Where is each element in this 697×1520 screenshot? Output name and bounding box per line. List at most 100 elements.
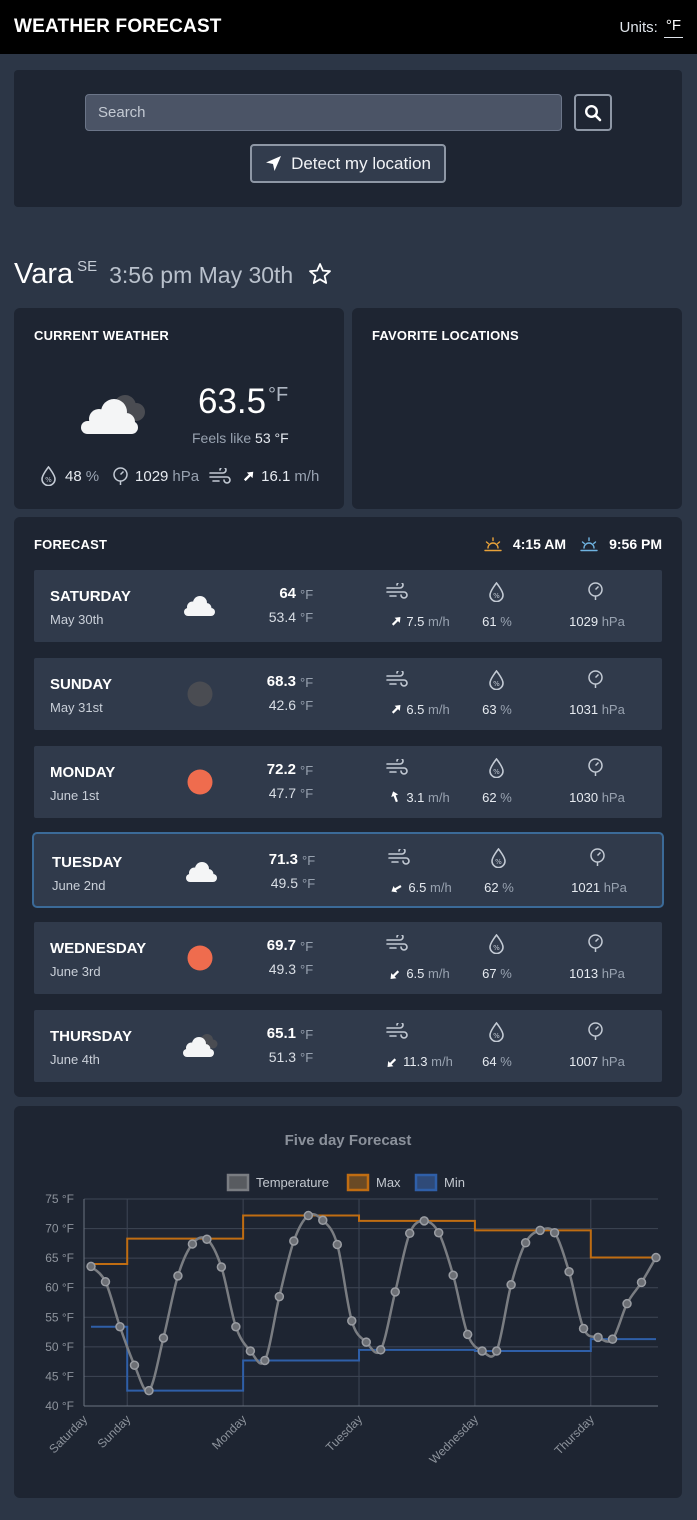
day-humidity-value: 63 bbox=[482, 702, 497, 717]
search-icon bbox=[584, 104, 602, 121]
five-day-chart-card: Five day Forecast Temperature Max Min 75 °F 7… bbox=[14, 1106, 682, 1498]
day-wind-unit: m/h bbox=[428, 790, 450, 805]
search-button[interactable] bbox=[574, 94, 612, 131]
temperature-point bbox=[491, 1346, 502, 1356]
temperature-point bbox=[433, 1227, 444, 1238]
day-min-temp: 42.6 bbox=[268, 697, 296, 713]
day-pressure: 1013 hPa bbox=[552, 966, 642, 981]
legend-swatch bbox=[414, 1173, 438, 1192]
legend-label: Temperature bbox=[256, 1175, 329, 1190]
forecast-day-row[interactable]: WEDNESDAY June 3rd 69.7 °F 49.3 °F 6.5 m/h% 67 … bbox=[34, 922, 662, 994]
temperature-point bbox=[332, 1239, 343, 1250]
chart-title: Five day Forecast bbox=[285, 1132, 412, 1149]
wind-direction-icon bbox=[388, 879, 407, 897]
temperature-point bbox=[535, 1225, 545, 1236]
day-pressure: 1007 hPa bbox=[552, 1054, 642, 1069]
detect-location-button[interactable]: Detect my location bbox=[250, 144, 446, 183]
temperature-point bbox=[578, 1323, 589, 1334]
day-humidity-unit: % bbox=[500, 966, 512, 981]
svg-text:%: % bbox=[45, 476, 52, 484]
location-arrow-icon bbox=[266, 156, 282, 171]
wind-icon bbox=[386, 1021, 408, 1045]
day-min-unit: °F bbox=[300, 1050, 314, 1065]
temperature-point bbox=[448, 1270, 458, 1281]
day-max-temp: 64 bbox=[279, 585, 296, 602]
day-max-unit: °F bbox=[302, 853, 316, 868]
day-pressure-value: 1030 bbox=[569, 790, 599, 805]
day-wind-value: 6.5 bbox=[408, 880, 427, 895]
day-pressure-unit: hPa bbox=[601, 966, 625, 981]
legend-label: Min bbox=[444, 1175, 465, 1190]
wind-icon bbox=[386, 757, 408, 781]
temperature-series-line bbox=[90, 1212, 658, 1393]
day-wind-unit: m/h bbox=[430, 880, 452, 895]
day-max-unit: °F bbox=[300, 939, 314, 954]
location-header: Vara SE 3:56 pm May 30th bbox=[14, 258, 293, 291]
day-min-temp: 47.7 bbox=[268, 785, 296, 801]
day-min-temp: 49.3 bbox=[268, 961, 296, 977]
svg-text:%: % bbox=[493, 768, 500, 776]
pressure-icon bbox=[589, 848, 606, 872]
humidity-icon: % bbox=[488, 581, 505, 607]
wind-direction-icon bbox=[386, 612, 405, 631]
current-pressure: 1029 bbox=[135, 467, 169, 485]
forecast-day-row[interactable]: TUESDAY June 2nd 71.3 °F 49.5 °F 6.5 m/h% 62 % 1… bbox=[32, 832, 664, 908]
pressure-icon bbox=[587, 758, 604, 782]
x-tick-label: Tuesday bbox=[323, 1412, 365, 1454]
temperature-point bbox=[462, 1329, 473, 1340]
svg-text:%: % bbox=[493, 592, 500, 600]
wind-icon bbox=[209, 467, 231, 484]
day-date: June 4th bbox=[50, 1052, 100, 1067]
x-tick-label: Thursday bbox=[552, 1412, 597, 1457]
cloud-icon bbox=[180, 590, 220, 622]
temperature-point bbox=[520, 1238, 531, 1248]
day-wind-value: 6.5 bbox=[406, 966, 425, 981]
forecast-day-row[interactable]: THURSDAY June 4th 65.1 °F 51.3 °F 11.3 m/h% 64 … bbox=[34, 1010, 662, 1082]
day-humidity: 64 % bbox=[452, 1054, 542, 1069]
day-humidity-unit: % bbox=[502, 880, 514, 895]
current-temp-unit: °F bbox=[268, 384, 289, 406]
sun-times: 4:15 AM 9:56 PM bbox=[484, 536, 662, 552]
day-humidity-value: 62 bbox=[484, 880, 499, 895]
wind-direction-icon bbox=[386, 700, 405, 719]
forecast-day-row[interactable]: SATURDAY May 30th 64 °F 53.4 °F 7.5 m/h% 61 % 10… bbox=[34, 570, 662, 642]
min-series-line bbox=[91, 1325, 656, 1392]
day-max-temp: 72.2 bbox=[266, 761, 296, 778]
current-stats: % 48 % 1029 hPa 16.1 m/h bbox=[40, 466, 319, 486]
cloudy-icon bbox=[180, 1030, 220, 1062]
current-humidity-unit: % bbox=[85, 467, 100, 485]
current-wind: 16.1 bbox=[261, 467, 291, 485]
forecast-day-row[interactable]: MONDAY June 1st 72.2 °F 47.7 °F 3.1 m/h% 62 % 10… bbox=[34, 746, 662, 818]
pressure-icon bbox=[587, 582, 604, 606]
cloud-icon bbox=[81, 395, 145, 434]
forecast-title: FORECAST bbox=[34, 537, 108, 552]
forecast-day-row[interactable]: SUNDAY May 31st 68.3 °F 42.6 °F 6.5 m/h% 63 % 10… bbox=[34, 658, 662, 730]
units-select[interactable]: °F bbox=[663, 17, 683, 38]
units-control: Units: °F bbox=[619, 17, 683, 38]
day-pressure: 1031 hPa bbox=[552, 702, 642, 717]
day-wind-unit: m/h bbox=[428, 702, 450, 717]
cloud-icon bbox=[182, 856, 222, 888]
day-max-unit: °F bbox=[300, 1027, 314, 1042]
app-title: WEATHER FORECAST bbox=[14, 16, 222, 37]
day-wind-value: 3.1 bbox=[406, 790, 425, 805]
day-min-unit: °F bbox=[300, 610, 314, 625]
pressure-icon bbox=[587, 1022, 604, 1046]
day-name: SUNDAY bbox=[50, 676, 112, 693]
search-input[interactable]: Search bbox=[85, 94, 562, 131]
day-wind-value: 7.5 bbox=[406, 614, 425, 629]
max-series-line bbox=[91, 1214, 656, 1266]
temperature-point bbox=[549, 1227, 560, 1238]
x-tick-label: Monday bbox=[209, 1412, 249, 1452]
day-wind-unit: m/h bbox=[431, 1054, 453, 1069]
temperature-point bbox=[289, 1236, 299, 1246]
svg-text:%: % bbox=[493, 1032, 500, 1040]
temperature-point bbox=[231, 1321, 241, 1332]
y-tick-label: 40 °F bbox=[45, 1399, 74, 1413]
temperature-point bbox=[158, 1333, 169, 1343]
wind-icon bbox=[386, 933, 408, 957]
day-pressure-unit: hPa bbox=[601, 790, 625, 805]
day-name: MONDAY bbox=[50, 764, 116, 781]
favorite-star-icon[interactable] bbox=[308, 262, 332, 286]
day-min-unit: °F bbox=[300, 698, 314, 713]
